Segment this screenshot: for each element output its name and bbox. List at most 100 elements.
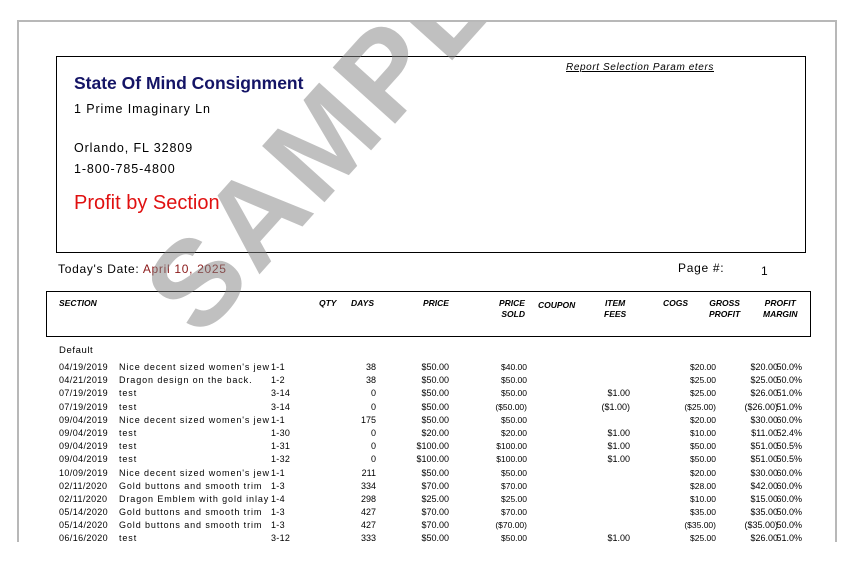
report-page: Report Selection Param eters State Of Mi… bbox=[17, 20, 837, 542]
cell-margin: 60.0% bbox=[776, 414, 802, 425]
cell-sold: $100.00 bbox=[496, 441, 527, 452]
table-row: 07/19/2019 test 3-14 0 $50.00 ($50.00) ($1.00)… bbox=[19, 402, 835, 415]
cell-fees: $1.00 bbox=[607, 533, 630, 542]
cell-days: 334 bbox=[360, 480, 376, 491]
todays-date: Today's Date: April 10, 2025 bbox=[58, 262, 227, 276]
cell-fees: $1.00 bbox=[607, 441, 630, 452]
cell-price: $50.00 bbox=[421, 401, 449, 412]
cell-sec: 1-30 bbox=[271, 427, 291, 438]
cell-margin: 60.0% bbox=[776, 480, 802, 491]
col-cogs: COGS bbox=[663, 298, 689, 308]
cell-cogs: $35.00 bbox=[690, 507, 716, 518]
cell-days: 427 bbox=[360, 520, 376, 531]
cell-date: 10/09/2019 bbox=[59, 467, 109, 478]
cell-margin: 50.5% bbox=[776, 441, 802, 452]
cell-sold: ($70.00) bbox=[495, 520, 527, 531]
cell-sold: $25.00 bbox=[501, 493, 527, 504]
table-row: 07/19/2019 test 3-14 0 $50.00 $50.00 $1.00 $25.… bbox=[19, 388, 835, 401]
cell-cogs: $20.00 bbox=[690, 362, 716, 372]
table-row: 02/11/2020 Gold buttons and smooth trim 1-… bbox=[19, 481, 835, 494]
cell-margin: 60.0% bbox=[776, 467, 802, 478]
cell-desc: test bbox=[119, 454, 138, 465]
cell-fees: $1.00 bbox=[607, 388, 630, 399]
cell-date: 09/04/2019 bbox=[59, 454, 109, 465]
cell-price: $50.00 bbox=[421, 533, 449, 542]
cell-cogs: $10.00 bbox=[690, 427, 716, 438]
table-row: 10/09/2019 Nice decent sized women's jewe… bbox=[19, 468, 835, 481]
col-price-sold: PRICE SOLD bbox=[499, 298, 525, 320]
report-selection-parameters-link[interactable]: Report Selection Param eters bbox=[566, 62, 714, 73]
col-gross-profit-line2: PROFIT bbox=[709, 309, 741, 319]
report-header: Report Selection Param eters State Of Mi… bbox=[56, 56, 806, 253]
cell-price: $70.00 bbox=[421, 520, 449, 531]
cell-fees: $1.00 bbox=[607, 454, 630, 465]
cell-days: 427 bbox=[360, 507, 376, 518]
page-number-value: 1 bbox=[761, 264, 768, 278]
cell-price: $50.00 bbox=[421, 467, 449, 478]
cell-days: 211 bbox=[361, 467, 376, 478]
table-row: 09/04/2019 test 1-32 0 $100.00 $100.00 $1.00 $5… bbox=[19, 454, 835, 467]
cell-date: 02/11/2020 bbox=[59, 480, 108, 491]
col-profit-margin-line1: PROFIT bbox=[764, 298, 796, 308]
page-number-label: Page #: bbox=[678, 261, 725, 275]
cell-price: $100.00 bbox=[416, 454, 449, 465]
col-section: SECTION bbox=[59, 298, 97, 308]
cell-margin: 50.0% bbox=[776, 507, 802, 518]
cell-desc: Gold buttons and smooth trim bbox=[119, 520, 263, 531]
col-item-fees: ITEM FEES bbox=[604, 298, 626, 320]
cell-margin: 50.5% bbox=[776, 454, 802, 465]
cell-margin: 51.0% bbox=[776, 401, 802, 412]
cell-sec: 1-4 bbox=[271, 493, 285, 504]
cell-margin: 51.0% bbox=[776, 388, 802, 399]
table-row: 02/11/2020 Dragon Emblem with gold inlay 1… bbox=[19, 494, 835, 507]
cell-sold: $70.00 bbox=[501, 507, 527, 518]
cell-sec: 3-14 bbox=[271, 401, 291, 412]
cell-sec: 1-3 bbox=[271, 480, 285, 491]
todays-date-label: Today's Date: bbox=[58, 262, 140, 276]
cell-margin: 50.0% bbox=[776, 520, 802, 531]
cell-cogs: $28.00 bbox=[690, 480, 716, 491]
col-coupon: COUPON bbox=[538, 300, 576, 310]
cell-days: 0 bbox=[370, 388, 376, 399]
cell-date: 05/14/2020 bbox=[59, 520, 109, 531]
cell-desc: Nice decent sized women's jewelry bbox=[119, 414, 270, 425]
cell-cogs: $25.00 bbox=[690, 388, 716, 399]
cell-desc: Dragon design on the back. bbox=[119, 375, 253, 386]
cell-desc: test bbox=[119, 441, 138, 452]
cell-sec: 1-32 bbox=[271, 454, 291, 465]
cell-days: 298 bbox=[360, 493, 376, 504]
cell-days: 333 bbox=[360, 533, 376, 542]
cell-cogs: $20.00 bbox=[690, 467, 716, 478]
cell-desc: Dragon Emblem with gold inlay bbox=[119, 493, 270, 504]
cell-desc: test bbox=[119, 427, 138, 438]
table-row: 09/04/2019 Nice decent sized women's jewe… bbox=[19, 415, 835, 428]
cell-date: 07/19/2019 bbox=[59, 401, 109, 412]
cell-sold: $50.00 bbox=[501, 388, 527, 399]
cell-price: $50.00 bbox=[421, 362, 449, 372]
cell-date: 09/04/2019 bbox=[59, 427, 109, 438]
cell-cogs: $10.00 bbox=[690, 493, 716, 504]
report-title: Profit by Section bbox=[74, 192, 220, 214]
cell-sold: $70.00 bbox=[501, 480, 527, 491]
cell-sold: $50.00 bbox=[501, 414, 527, 425]
col-profit-margin-line2: MARGIN bbox=[763, 309, 798, 319]
col-item-fees-line1: ITEM bbox=[604, 298, 626, 308]
report-rows: 04/19/2019 Nice decent sized women's jewe… bbox=[19, 362, 835, 542]
col-gross-profit: GROSS PROFIT bbox=[709, 298, 740, 320]
cell-date: 06/16/2020 bbox=[59, 533, 109, 542]
cell-margin: 50.0% bbox=[776, 362, 802, 372]
cell-desc: Nice decent sized women's jewelry bbox=[119, 362, 270, 372]
cell-sec: 1-3 bbox=[271, 520, 285, 531]
group-label: Default bbox=[59, 345, 94, 356]
cell-sec: 1-2 bbox=[271, 375, 285, 386]
cell-date: 09/04/2019 bbox=[59, 441, 109, 452]
cell-desc: test bbox=[119, 401, 138, 412]
address-line-2: Orlando, FL 32809 bbox=[74, 141, 194, 155]
cell-days: 38 bbox=[365, 362, 376, 372]
col-qty: QTY bbox=[319, 298, 337, 308]
col-price-sold-line1: PRICE bbox=[499, 298, 525, 308]
todays-date-value: April 10, 2025 bbox=[142, 262, 227, 276]
table-row: 05/14/2020 Gold buttons and smooth trim 1-… bbox=[19, 507, 835, 520]
col-days: DAYS bbox=[351, 298, 374, 308]
cell-desc: Gold buttons and smooth trim bbox=[119, 507, 263, 518]
